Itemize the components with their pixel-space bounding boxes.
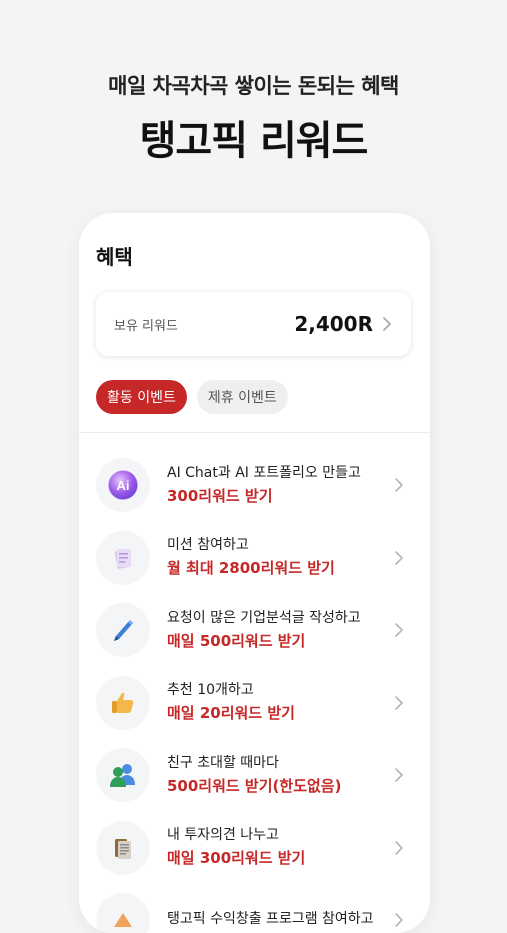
- reward-balance-card[interactable]: 보유 리워드 2,400R: [96, 292, 411, 356]
- item-reward: 매일 500리워드 받기: [167, 631, 306, 650]
- chevron-right-icon: [395, 695, 403, 710]
- svg-text:Ai: Ai: [117, 478, 130, 493]
- chevron-right-icon: [395, 768, 403, 782]
- item-title: 탱고픽 수익창출 프로그램 참여하고: [167, 910, 374, 927]
- list-item[interactable]: Ai AI Chat과 AI 포트폴리오 만들고 300리워드 받기: [79, 449, 430, 522]
- list-item[interactable]: 미션 참여하고 월 최대 2800리워드 받기: [79, 522, 430, 595]
- list-item[interactable]: 친구 초대할 때마다 500리워드 받기(한도없음): [79, 739, 430, 812]
- reward-balance-value: 2,400R: [294, 312, 373, 336]
- chevron-right-icon: [395, 623, 403, 637]
- pencil-icon: [96, 603, 150, 658]
- chevron-right-icon: [395, 840, 403, 855]
- list-item[interactable]: 내 투자의견 나누고 매일 300리워드 받기: [79, 812, 430, 885]
- item-reward: 월 최대 2800리워드 받기: [167, 559, 335, 578]
- tab-partner-event[interactable]: 제휴 이벤트: [196, 380, 288, 414]
- item-title: 추천 10개하고: [167, 682, 254, 699]
- chevron-right-icon: [383, 317, 391, 331]
- item-title: 내 투자의견 나누고: [167, 827, 279, 844]
- item-reward: 500리워드 받기(한도없음): [167, 776, 342, 795]
- list-item[interactable]: 추천 10개하고 매일 20리워드 받기: [79, 667, 430, 740]
- page-title: 혜택: [96, 245, 133, 269]
- item-reward: 매일 20리워드 받기: [167, 704, 295, 723]
- phone-screen: 혜택 보유 리워드 2,400R 활동 이벤트 제휴 이벤트 Ai AI Cha…: [79, 213, 430, 933]
- tab-activity-event[interactable]: 활동 이벤트: [96, 380, 187, 414]
- item-reward: 매일 300리워드 받기: [167, 849, 306, 868]
- event-tabs: 활동 이벤트 제휴 이벤트: [96, 380, 288, 414]
- benefit-list: Ai AI Chat과 AI 포트폴리오 만들고 300리워드 받기 미션 참여…: [79, 449, 430, 933]
- hero-title: 탱고픽 리워드: [139, 118, 369, 164]
- list-item[interactable]: 요청이 많은 기업분석글 작성하고 매일 500리워드 받기: [79, 594, 430, 667]
- mission-document-icon: [96, 530, 150, 585]
- chevron-right-icon: [395, 478, 403, 492]
- reward-balance-label: 보유 리워드: [114, 318, 178, 334]
- item-title: AI Chat과 AI 포트폴리오 만들고: [167, 464, 361, 481]
- invite-friends-icon: [96, 748, 150, 803]
- item-reward: 300리워드 받기: [167, 486, 273, 505]
- list-item[interactable]: 탱고픽 수익창출 프로그램 참여하고: [79, 884, 430, 933]
- chevron-right-icon: [395, 913, 403, 927]
- thumbs-up-icon: [96, 675, 150, 730]
- ai-chat-icon: Ai: [96, 458, 150, 513]
- divider: [79, 432, 430, 433]
- opinion-document-icon: [96, 820, 150, 875]
- chevron-right-icon: [395, 550, 403, 565]
- item-title: 미션 참여하고: [167, 537, 249, 554]
- program-icon: [96, 893, 150, 933]
- item-title: 친구 초대할 때마다: [167, 754, 279, 771]
- hero-subtitle: 매일 차곡차곡 쌓이는 돈되는 혜택: [108, 74, 399, 98]
- item-title: 요청이 많은 기업분석글 작성하고: [167, 609, 361, 626]
